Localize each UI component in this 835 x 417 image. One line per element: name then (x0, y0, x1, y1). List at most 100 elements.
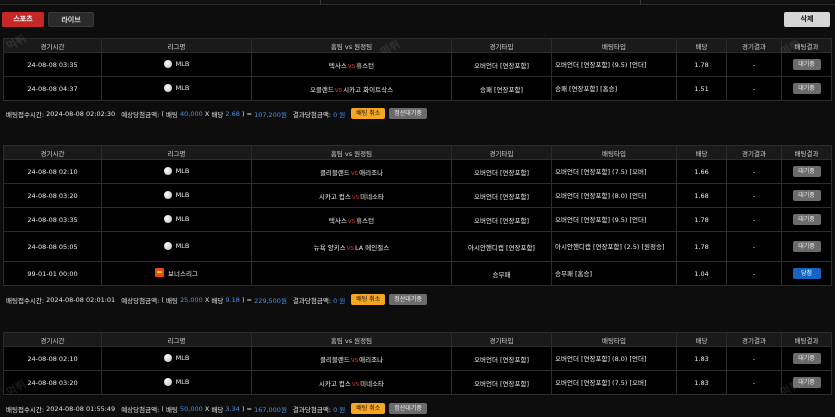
league-name: MLB (175, 190, 190, 199)
column-header: 배팅결과 (781, 332, 832, 347)
table-row: 99-01-01 00:00 보너스리그 승무패 승무패 [홈승] 1.04- 당첨 (3, 261, 832, 286)
table-row: 24-08-08 03:35 MLB 텍사스VS휴스턴 오버언더 [연장포함] 오버언더… (3, 52, 832, 77)
settle-waiting-button[interactable]: 정산대기중 (389, 108, 427, 119)
bet-summary: 배팅접수시간: 2024-08-08 02:02:30 예상당첨금액: ( 배팅 … (6, 107, 427, 120)
column-header: 배당 (676, 38, 727, 53)
waiting-status-badge[interactable]: 대기중 (792, 353, 821, 364)
odds: 1.68 (676, 183, 727, 208)
baseball-icon (163, 83, 172, 92)
cancel-bet-button[interactable]: 배팅 취소 (351, 108, 386, 119)
bet-status-cell: 대기중 (781, 207, 832, 232)
bet-time-label: 배팅접수시간: (6, 110, 45, 119)
away-team: 휴스턴 (356, 216, 375, 225)
game-result: - (726, 207, 782, 232)
bet-status-cell: 대기중 (781, 159, 832, 184)
game-result: - (726, 76, 782, 101)
bet-time-value: 2024-08-08 02:01:01 (46, 295, 116, 304)
settle-waiting-button[interactable]: 정산대기중 (389, 294, 427, 305)
bet-type: 오버언더 [연장포함] (7.5) [오버] (551, 370, 677, 395)
waiting-status-badge[interactable]: 대기중 (792, 241, 821, 252)
bet-status-cell: 대기중 (781, 370, 832, 395)
column-header: 경기타입 (451, 38, 552, 53)
odds: 1.78 (676, 231, 727, 262)
table-row: 24-08-08 04:37 MLB 오클랜드VS시카고 화이트삭스 승패 [연장포함… (3, 76, 832, 101)
table-row: 24-08-08 05:05 MLB 뉴욕 양키스VSLA 에인절스 아시안핸디캡 [… (3, 231, 832, 262)
odds-label: 배당 (211, 110, 224, 119)
waiting-status-badge[interactable]: 대기중 (792, 214, 821, 225)
baseball-icon (163, 59, 172, 68)
column-header: 경기결과 (726, 145, 782, 160)
baseball-icon (163, 241, 172, 250)
bet-type: 승무패 [홈승] (551, 261, 677, 286)
column-header: 리그명 (101, 332, 252, 347)
game-type: 아시안핸디캡 [연장포함] (451, 231, 552, 262)
league-cell: MLB (101, 76, 252, 101)
waiting-status-badge[interactable]: 대기중 (792, 190, 821, 201)
table-header-row: 경기시간 리그명 홈팀 vs 원정팀 경기타입 배팅타입 배당 경기결과 배팅결과 (3, 145, 832, 160)
waiting-status-badge[interactable]: 대기중 (792, 59, 821, 70)
matchup-cell: 클리블랜드VS애리조나 (251, 346, 452, 371)
game-time: 24-08-08 02:10 (3, 346, 102, 371)
expected-amount: 229,500원 (254, 296, 287, 305)
bet-type: 오버언더 [연장포함] (7.5) [오버] (551, 159, 677, 184)
result-amount-value: 0 원 (333, 296, 346, 305)
bet-type: 오버언더 [연장포함] (9.5) [언더] (551, 52, 677, 77)
away-team: 애리조나 (359, 168, 384, 177)
league-cell: 보너스리그 (101, 261, 252, 286)
cancel-bet-button[interactable]: 배팅 취소 (351, 294, 386, 305)
odds-label: 배당 (211, 296, 224, 305)
game-type: 오버언더 [연장포함] (451, 207, 552, 232)
waiting-status-badge[interactable]: 대기중 (792, 166, 821, 177)
result-amount-value: 0 원 (333, 405, 346, 414)
home-team: 뉴욕 양키스 (313, 243, 346, 252)
game-type: 승무패 (451, 261, 552, 286)
stake-value: 50,000 (180, 404, 203, 413)
top-divider (320, 0, 321, 5)
matchup-cell: 오클랜드VS시카고 화이트삭스 (251, 76, 452, 101)
result-amount-label: 결과당첨금액: (292, 405, 331, 414)
delete-button[interactable]: 삭제 (784, 12, 830, 27)
odds: 1.51 (676, 76, 727, 101)
tab-sports[interactable]: 스포츠 (2, 12, 44, 27)
waiting-status-badge[interactable]: 대기중 (792, 83, 821, 94)
game-result: - (726, 183, 782, 208)
vs-label: VS (350, 357, 359, 364)
column-header: 배팅타입 (551, 145, 677, 160)
waiting-status-badge[interactable]: 대기중 (792, 377, 821, 388)
win-status-badge[interactable]: 당첨 (792, 268, 821, 279)
settle-waiting-button[interactable]: 정산대기중 (389, 403, 427, 414)
bet-summary: 배팅접수시간: 2024-08-08 01:55:49 예상당첨금액: ( 배팅 … (6, 402, 427, 415)
matchup-cell: 텍사스VS휴스턴 (251, 52, 452, 77)
table-row: 24-08-08 03:20 MLB 시카고 컵스VS미네소타 오버언더 [연장포함]… (3, 370, 832, 395)
cancel-bet-button[interactable]: 배팅 취소 (351, 403, 386, 414)
league-cell: MLB (101, 207, 252, 232)
bet-slip: 경기시간 리그명 홈팀 vs 원정팀 경기타입 배팅타입 배당 경기결과 배팅결과 24-08-… (3, 145, 832, 286)
home-team: 오클랜드 (309, 85, 334, 94)
result-amount-label: 결과당첨금액: (292, 296, 331, 305)
game-result: - (726, 159, 782, 184)
column-header: 경기결과 (726, 332, 782, 347)
bet-status-cell: 대기중 (781, 183, 832, 208)
tab-live[interactable]: 라이브 (48, 12, 94, 27)
game-time: 24-08-08 02:10 (3, 159, 102, 184)
matchup-cell (251, 261, 452, 286)
home-team: 클리블랜드 (319, 168, 350, 177)
game-time: 24-08-08 04:37 (3, 76, 102, 101)
column-header: 배팅결과 (781, 145, 832, 160)
odds: 1.78 (676, 207, 727, 232)
table-header-row: 경기시간 리그명 홈팀 vs 원정팀 경기타입 배팅타입 배당 경기결과 배팅결과 (3, 38, 832, 53)
away-team: 휴스턴 (356, 61, 375, 70)
league-name: MLB (175, 377, 190, 386)
column-header: 홈팀 vs 원정팀 (251, 38, 452, 53)
stake-label: 배팅 (165, 296, 178, 305)
vs-label: VS (347, 218, 356, 225)
away-team: 시카고 화이트삭스 (343, 85, 394, 94)
league-cell: MLB (101, 231, 252, 262)
league-name: MLB (175, 353, 190, 362)
league-name: MLB (175, 214, 190, 223)
bet-time-label: 배팅접수시간: (6, 405, 45, 414)
away-team: 애리조나 (359, 355, 384, 364)
game-time: 24-08-08 03:20 (3, 370, 102, 395)
odds: 1.83 (676, 370, 727, 395)
game-time: 24-08-08 03:35 (3, 52, 102, 77)
